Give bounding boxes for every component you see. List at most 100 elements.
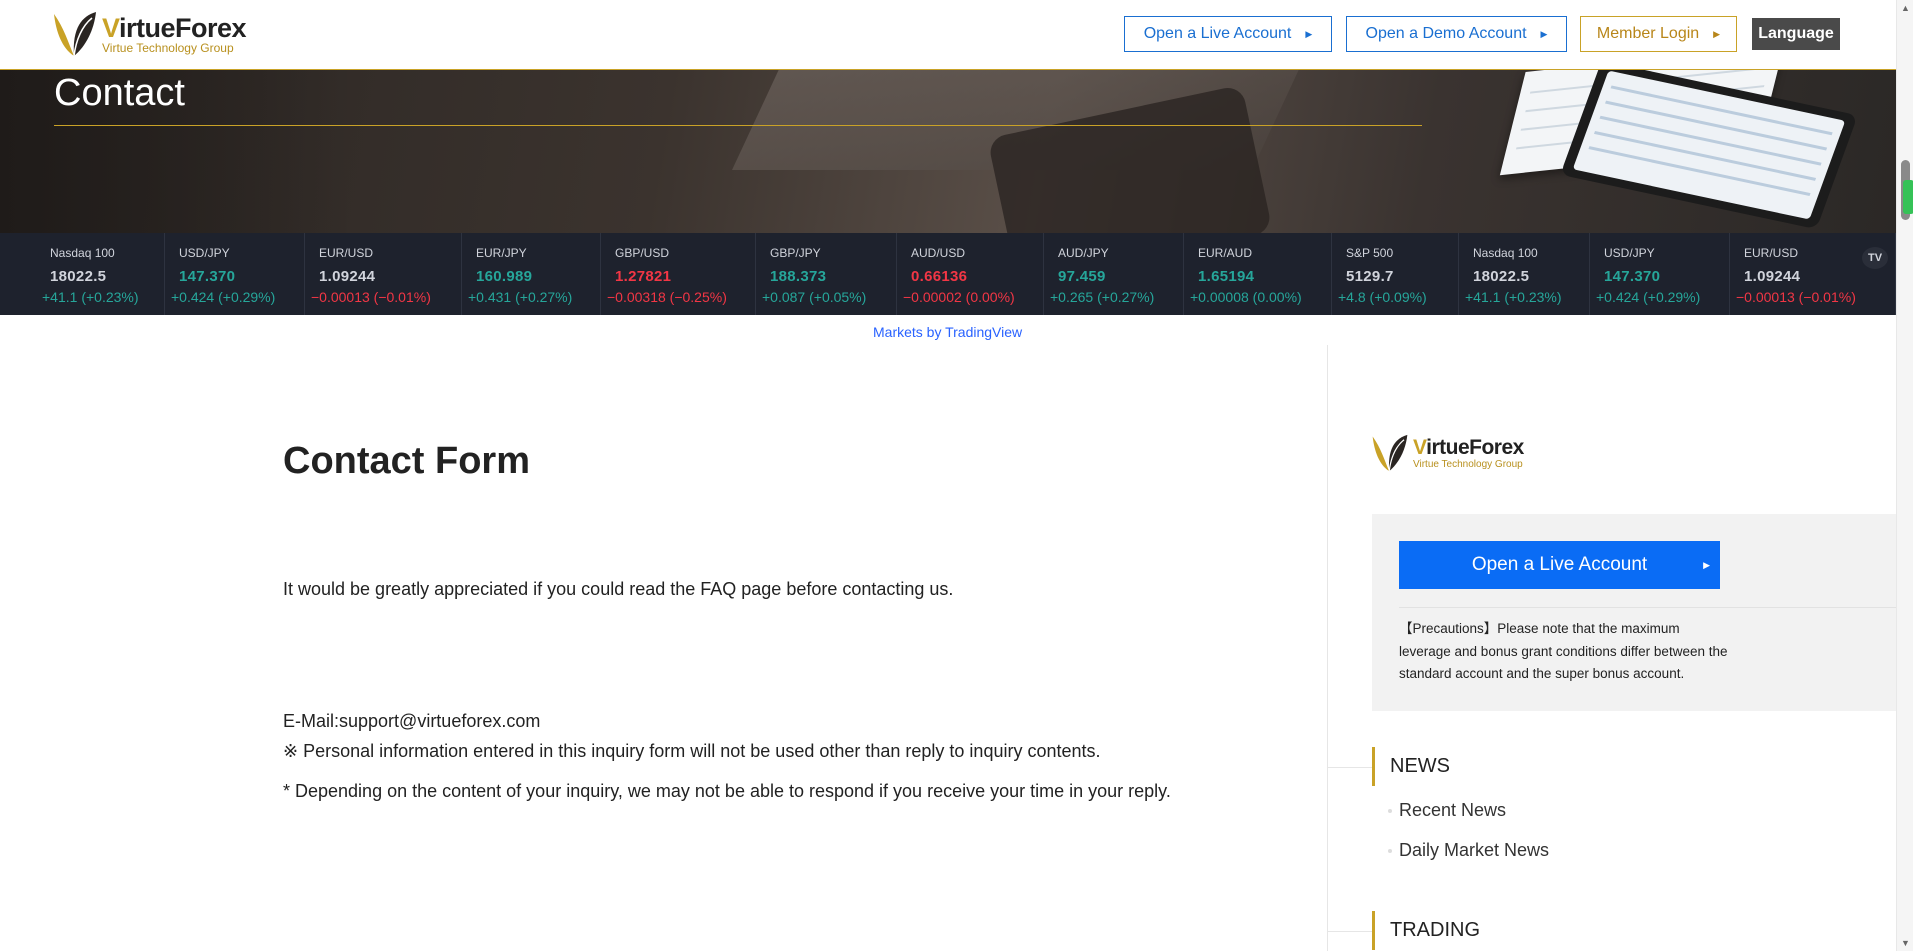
scrollbar-indicator <box>1903 180 1913 214</box>
bullet-icon <box>1388 848 1392 853</box>
ticker-symbol: Nasdaq 100 <box>1473 246 1538 260</box>
sidebar-link-label: Recent News <box>1399 800 1507 820</box>
ticker-price: 5129.7 <box>1346 268 1394 285</box>
tradingview-logo-icon[interactable]: TV <box>1862 247 1888 269</box>
ticker-symbol: USD/JPY <box>179 246 230 260</box>
site-header: VirtueForex Virtue Technology Group Open… <box>0 0 1896 70</box>
faq-note: It would be greatly appreciated if you c… <box>283 579 954 599</box>
tablet-image <box>1560 70 1858 230</box>
sidebar-separator <box>1399 607 1896 608</box>
ticker-symbol: EUR/USD <box>1744 246 1799 260</box>
market-ticker[interactable]: 6)Nasdaq 10018022.5+41.1 (+0.23%)USD/JPY… <box>0 233 1896 315</box>
ticker-item[interactable]: USD/JPY 147.370 +0.424 (+0.29%) <box>165 233 305 315</box>
ticker-symbol: GBP/JPY <box>770 246 821 260</box>
ticker-price: 1.27821 <box>615 268 672 285</box>
sidebar-link-daily-market-news[interactable]: Daily Market News <box>1388 840 1549 861</box>
ticker-item[interactable]: AUD/USD 0.66136 −0.00002 (0.00%) <box>897 233 1044 315</box>
hero-banner: Contact <box>0 70 1896 233</box>
ticker-price: 147.370 <box>179 268 236 285</box>
open-demo-account-button[interactable]: Open a Demo Account ▶ <box>1346 16 1567 52</box>
hero-divider <box>54 125 1422 126</box>
member-login-label: Member Login <box>1596 25 1700 42</box>
page-title: Contact <box>54 72 185 114</box>
ticker-price: 160.989 <box>476 268 533 285</box>
logo-tagline: Virtue Technology Group <box>102 40 234 55</box>
ticker-change: +41.1 (+0.23%) <box>1465 289 1562 305</box>
ticker-item[interactable]: S&P 500 5129.7 +4.8 (+0.09%) <box>1332 233 1459 315</box>
ticker-item[interactable]: EUR/JPY 160.989 +0.431 (+0.27%) <box>462 233 601 315</box>
sidebar-logo-name: VirtueForex <box>1413 435 1524 459</box>
ticker-item[interactable]: EUR/AUD 1.65194 +0.00008 (0.00%) <box>1184 233 1332 315</box>
page-scrollbar[interactable]: ▲ ▼ <box>1896 0 1913 951</box>
member-login-button[interactable]: Member Login ▶ <box>1580 16 1737 52</box>
arrow-right-icon: ▶ <box>1703 559 1710 570</box>
ticker-price: 18022.5 <box>1473 268 1530 285</box>
ticker-price: 0.66136 <box>911 268 968 285</box>
ticker-change: −0.00318 (−0.25%) <box>607 289 727 305</box>
ticker-price: 18022.5 <box>50 268 107 285</box>
trading-heading-line <box>1327 931 1372 932</box>
ticker-item[interactable]: EUR/USD 1.09244 −0.00013 (−0.01%) <box>1730 233 1896 315</box>
arrow-right-icon: ▶ <box>1305 28 1313 39</box>
ticker-price: 1.09244 <box>319 268 376 285</box>
sidebar-open-live-account-label: Open a Live Account <box>1471 554 1648 575</box>
ticker-change: −0.00002 (0.00%) <box>903 289 1015 305</box>
scroll-down-icon[interactable]: ▼ <box>1901 938 1910 948</box>
ticker-symbol: USD/JPY <box>1604 246 1655 260</box>
language-label: Language <box>1758 25 1834 42</box>
ticker-item[interactable]: EUR/USD 1.09244 −0.00013 (−0.01%) <box>305 233 462 315</box>
sidebar-open-live-account-button[interactable]: Open a Live Account ▶ <box>1399 541 1720 589</box>
sidebar-link-label: Daily Market News <box>1399 840 1550 860</box>
sidebar-link-recent-news[interactable]: Recent News <box>1388 800 1506 821</box>
ticker-item[interactable]: Nasdaq 100 18022.5 +41.1 (+0.23%) <box>36 233 165 315</box>
language-button[interactable]: Language <box>1752 18 1840 50</box>
contact-email: E-Mail:support@virtueforex.com <box>283 711 541 731</box>
trading-heading: TRADING <box>1372 911 1480 950</box>
response-note: * Depending on the content of your inqui… <box>283 781 1171 801</box>
ticker-change: +0.00008 (0.00%) <box>1190 289 1302 305</box>
ticker-change: +41.1 (+0.23%) <box>42 289 139 305</box>
privacy-note: ※ Personal information entered in this i… <box>283 741 1101 761</box>
ticker-symbol: AUD/USD <box>911 246 966 260</box>
arrow-right-icon: ▶ <box>1540 28 1548 39</box>
ticker-symbol: EUR/AUD <box>1198 246 1253 260</box>
sidebar-logo[interactable]: VirtueForex Virtue Technology Group <box>1371 433 1524 473</box>
ticker-symbol: S&P 500 <box>1346 246 1394 260</box>
ticker-price: 188.373 <box>770 268 827 285</box>
news-heading: NEWS <box>1372 747 1450 786</box>
ticker-change: +0.431 (+0.27%) <box>468 289 573 305</box>
logo-name: VirtueForex <box>102 12 247 43</box>
open-live-account-label: Open a Live Account <box>1143 25 1292 42</box>
ticker-change: −0.00013 (−0.01%) <box>311 289 431 305</box>
bullet-icon <box>1388 808 1392 813</box>
ticker-symbol: EUR/USD <box>319 246 374 260</box>
open-live-account-button[interactable]: Open a Live Account ▶ <box>1124 16 1332 52</box>
open-demo-account-label: Open a Demo Account <box>1365 25 1527 42</box>
ticker-price: 147.370 <box>1604 268 1661 285</box>
ticker-price: 1.09244 <box>1744 268 1801 285</box>
ticker-item[interactable]: Nasdaq 100 18022.5 +41.1 (+0.23%) <box>1459 233 1590 315</box>
logo-leaf-icon <box>1371 433 1409 473</box>
ticker-item[interactable]: GBP/JPY 188.373 +0.087 (+0.05%) <box>756 233 897 315</box>
ticker-item[interactable]: AUD/JPY 97.459 +0.265 (+0.27%) <box>1044 233 1184 315</box>
markets-by-tradingview-link[interactable]: Markets by TradingView <box>873 324 1022 340</box>
ticker-item[interactable]: GBP/USD 1.27821 −0.00318 (−0.25%) <box>601 233 756 315</box>
ticker-change: +0.424 (+0.29%) <box>1596 289 1701 305</box>
contact-form-title: Contact Form <box>283 440 530 482</box>
sidebar-cta-box: Open a Live Account ▶ 【Precautions】Pleas… <box>1372 514 1896 711</box>
sidebar-divider <box>1327 345 1328 951</box>
arrow-right-icon: ▶ <box>1713 28 1721 39</box>
ticker-symbol: EUR/JPY <box>476 246 527 260</box>
ticker-price: 1.65194 <box>1198 268 1255 285</box>
ticker-change: +0.265 (+0.27%) <box>1050 289 1155 305</box>
ticker-symbol: GBP/USD <box>615 246 670 260</box>
site-logo[interactable]: VirtueForex Virtue Technology Group <box>52 10 247 58</box>
scroll-up-icon[interactable]: ▲ <box>1901 3 1910 13</box>
ticker-change: +0.087 (+0.05%) <box>762 289 867 305</box>
ticker-change: +4.8 (+0.09%) <box>1338 289 1427 305</box>
logo-leaf-icon <box>52 10 98 58</box>
news-heading-line <box>1327 767 1372 768</box>
sidebar-logo-tagline: Virtue Technology Group <box>1413 458 1523 470</box>
ticker-symbol: Nasdaq 100 <box>50 246 115 260</box>
ticker-item[interactable]: USD/JPY 147.370 +0.424 (+0.29%) <box>1590 233 1730 315</box>
